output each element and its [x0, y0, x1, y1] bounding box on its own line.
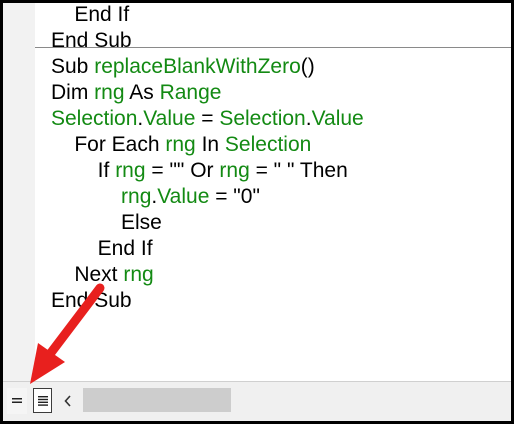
horizontal-scrollbar-thumb[interactable]: [83, 388, 231, 412]
code-identifier: replaceBlankWithZero: [94, 55, 301, 78]
code-text: If: [51, 159, 116, 182]
code-identifier: Value: [311, 107, 364, 130]
code-line[interactable]: End Sub: [51, 28, 132, 54]
code-line[interactable]: rng.Value = "0": [51, 184, 260, 210]
code-text: (): [300, 55, 315, 78]
code-identifier: Selection: [51, 107, 138, 130]
code-line[interactable]: Sub replaceBlankWithZero(): [51, 54, 315, 80]
code-window-bottom-bar: [3, 381, 511, 421]
code-line[interactable]: If rng = "" Or rng = " " Then: [51, 158, 348, 184]
code-text: Dim: [51, 81, 95, 104]
code-identifier: rng: [219, 159, 250, 182]
code-identifier: rng: [121, 185, 152, 208]
code-text: Else: [51, 211, 162, 234]
code-text: For Each: [51, 133, 166, 156]
code-identifier: rng: [165, 133, 196, 156]
scroll-left-button[interactable]: [60, 392, 76, 410]
code-line[interactable]: Selection.Value = Selection.Value: [51, 106, 364, 132]
code-identifier: Value: [157, 185, 210, 208]
code-text: As: [124, 81, 160, 104]
full-module-view-button[interactable]: [33, 388, 52, 413]
code-line[interactable]: End If: [51, 3, 129, 28]
code-identifier: Value: [143, 107, 196, 130]
code-text: End If: [51, 237, 153, 260]
code-line[interactable]: Dim rng As Range: [51, 80, 221, 106]
code-text: = " " Then: [249, 159, 348, 182]
code-text: End Sub: [51, 289, 132, 312]
code-text: = "0": [209, 185, 260, 208]
code-text: Next: [51, 263, 124, 286]
code-identifier: rng: [123, 263, 154, 286]
code-text: Sub: [51, 55, 95, 78]
code-identifier: rng: [94, 81, 125, 104]
code-text: = "" Or: [145, 159, 220, 182]
code-line[interactable]: End If: [51, 236, 153, 262]
code-pane[interactable]: End If End Sub Sub replaceBlankWithZero() D…: [35, 3, 511, 381]
code-text: In: [195, 133, 225, 156]
code-line[interactable]: Next rng: [51, 262, 154, 288]
procedure-view-icon: [12, 398, 22, 403]
code-identifier: rng: [115, 159, 146, 182]
procedure-view-button[interactable]: [7, 388, 27, 414]
full-module-view-icon: [37, 395, 48, 406]
code-line[interactable]: End Sub: [51, 288, 132, 314]
code-identifier: Selection: [219, 107, 306, 130]
code-identifier: Selection: [224, 133, 312, 156]
horizontal-scrollbar-track[interactable]: [231, 388, 507, 412]
vba-code-window: End If End Sub Sub replaceBlankWithZero() D…: [3, 3, 511, 421]
code-text: =: [195, 107, 220, 130]
code-text: End Sub: [51, 29, 132, 52]
code-identifier: Range: [159, 81, 222, 104]
chevron-left-icon: [64, 395, 71, 407]
code-text: End If: [51, 3, 130, 26]
code-line[interactable]: For Each rng In Selection: [51, 132, 311, 158]
margin-indicator-bar[interactable]: [3, 3, 36, 381]
code-line[interactable]: Else: [51, 210, 162, 236]
